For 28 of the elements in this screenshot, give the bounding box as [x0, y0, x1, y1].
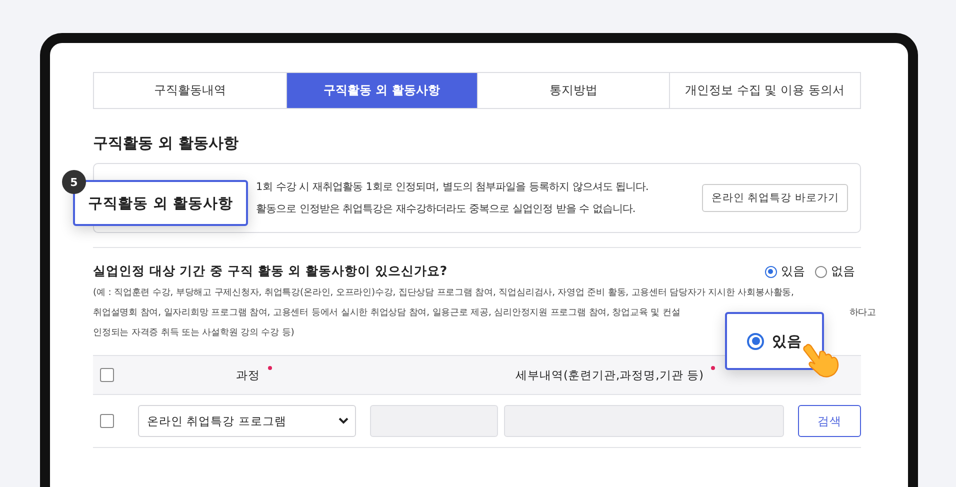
tab[interactable]: 구직활동내역	[94, 73, 286, 108]
column-header: 과정	[236, 368, 260, 382]
tab[interactable]: 통지방법	[477, 73, 668, 108]
question-text: 실업인정 대상 기간 중 구직 활동 외 활동사항이 있으신가요?	[93, 263, 448, 280]
column-header: 세부내역(훈련기관,과정명,기관 등)	[516, 368, 704, 382]
radio-button[interactable]	[815, 266, 827, 278]
option-label: 있음	[781, 263, 805, 280]
radio-button[interactable]	[747, 332, 764, 350]
example-text: 하다고	[849, 306, 876, 319]
checkbox[interactable]	[100, 414, 114, 428]
option-label: 있음	[772, 332, 802, 350]
checkbox[interactable]	[100, 368, 114, 382]
example-text: (예 : 직업훈련 수강, 부당해고 구제신청자, 취업특강(온라인, 오프라인)수강, 집단상담 프로그램 참여, 직업심리검사, 자영업 준비 활동, 고용센터 담당자가 지시한 사회봉사활동,	[93, 286, 794, 299]
step-badge: 5	[62, 170, 86, 194]
search-button[interactable]: 검색	[798, 405, 861, 437]
notice-text: 1회 수강 시 재취업활동 1회로 인정되며, 별도의 첨부파일을 등록하지 않으셔도 됩니다.	[256, 180, 649, 194]
option-label: 없음	[831, 263, 855, 280]
link-button[interactable]: 온라인 취업특강 바로가기	[702, 184, 848, 212]
course-select[interactable]: 온라인 취업특강 프로그램	[138, 405, 356, 437]
section-title: 구직활동 외 활동사항	[93, 134, 240, 154]
example-text: 취업설명회 참여, 일자리희망 프로그램 참여, 고용센터 등에서 실시한 취업상담 참여, 일용근로 제공, 심리안정지원 프로그램 참여, 창업교육 및 컨설	[93, 306, 680, 319]
chevron-down-icon	[338, 417, 349, 425]
notice-text: 활동으로 인정받은 취업특강은 재수강하더라도 중복으로 실업인정 받을 수 없습니다.	[256, 202, 637, 216]
select-value: 온라인 취업특강 프로그램	[147, 414, 286, 428]
example-text: 인정되는 자격증 취득 또는 사설학원 강의 수강 등)	[93, 326, 294, 339]
tab[interactable]: 개인정보 수집 및 이용 동의서	[668, 73, 860, 108]
radio-button[interactable]	[765, 266, 777, 278]
tab[interactable]: 구직활동 외 활동사항	[286, 73, 477, 108]
